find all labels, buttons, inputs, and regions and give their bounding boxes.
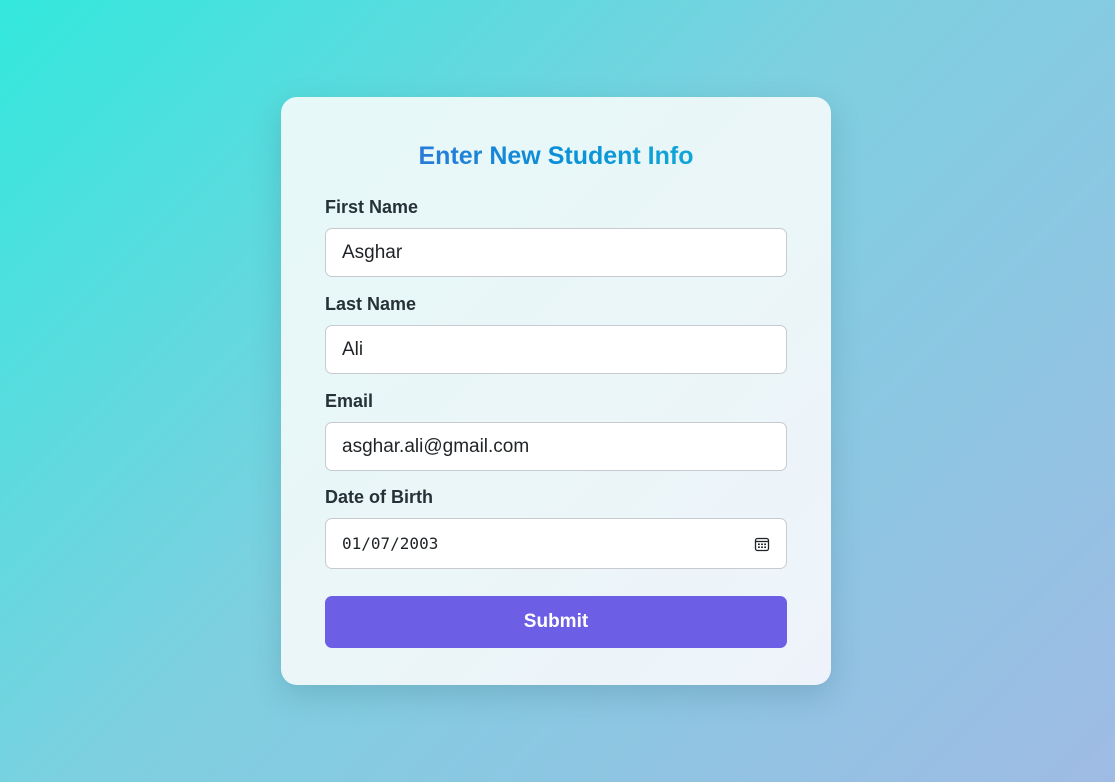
student-form-card: Enter New Student Info First Name Last N…	[281, 97, 831, 685]
last-name-field-box[interactable]	[325, 325, 787, 374]
email-group: Email	[325, 391, 787, 471]
first-name-label: First Name	[325, 197, 419, 217]
submit-button[interactable]: Submit	[325, 596, 787, 648]
email-input[interactable]	[342, 435, 770, 458]
dob-input[interactable]: 01/07/2003	[325, 518, 787, 569]
first-name-group: First Name	[325, 197, 787, 277]
last-name-group: Last Name	[325, 294, 787, 374]
first-name-field-box[interactable]	[325, 228, 787, 277]
calendar-icon[interactable]	[754, 536, 770, 552]
last-name-label: Last Name	[325, 294, 417, 314]
email-field-box[interactable]	[325, 422, 787, 471]
dob-group: Date of Birth 01/07/2003	[325, 487, 787, 569]
email-label: Email	[325, 391, 374, 411]
first-name-input[interactable]	[342, 241, 770, 264]
dob-label: Date of Birth	[325, 487, 433, 507]
form-title: Enter New Student Info	[325, 141, 787, 171]
last-name-input[interactable]	[342, 338, 770, 361]
dob-value: 01/07/2003	[342, 534, 439, 553]
